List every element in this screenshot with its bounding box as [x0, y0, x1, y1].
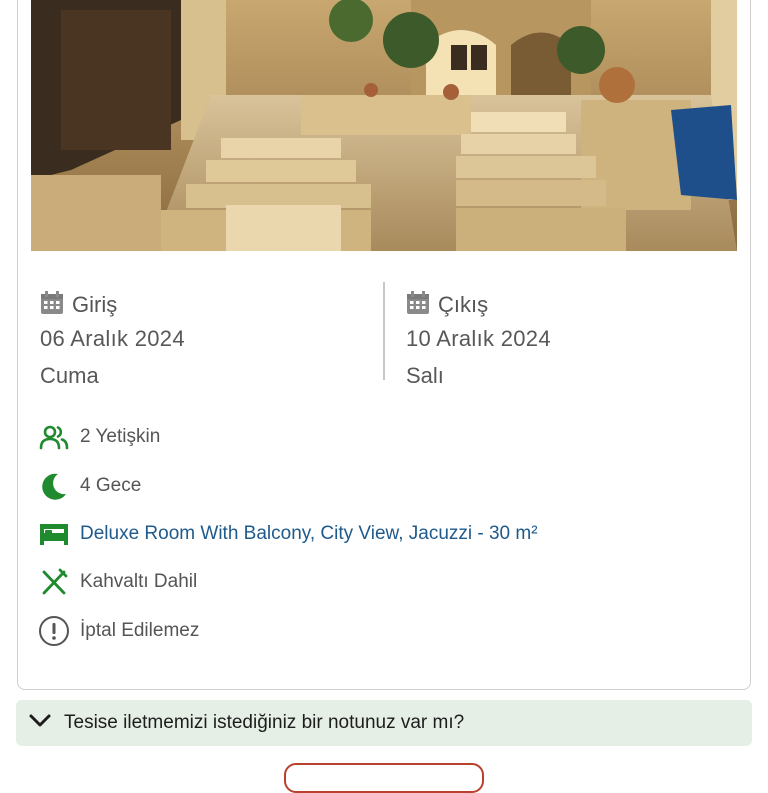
checkin-date: 06 Aralık 2024 — [40, 326, 185, 351]
nights-text: 4 Gece — [80, 475, 142, 496]
cancellation-row: İptal Edilemez — [38, 615, 199, 647]
guests-text: 2 Yetişkin — [80, 426, 161, 447]
guests-row: 2 Yetişkin — [38, 421, 160, 453]
calendar-icon — [40, 290, 64, 320]
chevron-down-icon — [28, 713, 52, 734]
moon-icon — [38, 470, 70, 502]
checkout-section: Çıkış 10 Aralık 2024 Salı — [406, 288, 551, 389]
checkin-label: Giriş — [72, 292, 118, 317]
room-row: Deluxe Room With Balcony, City View, Jac… — [38, 518, 538, 550]
calendar-icon — [406, 290, 430, 320]
note-accordion[interactable]: Tesise iletmemizi istediğiniz bir notunu… — [16, 700, 752, 746]
bed-icon — [38, 518, 70, 550]
cancellation-text: İptal Edilemez — [80, 620, 200, 641]
checkout-label: Çıkış — [438, 292, 489, 317]
room-name-link[interactable]: Deluxe Room With Balcony, City View, Jac… — [80, 523, 538, 545]
note-prompt: Tesise iletmemizi istediğiniz bir notunu… — [64, 712, 465, 733]
checkin-day: Cuma — [40, 363, 99, 388]
date-divider — [383, 282, 385, 380]
board-text: Kahvaltı Dahil — [80, 571, 198, 592]
checkout-day: Salı — [406, 363, 444, 388]
cutlery-icon — [38, 566, 70, 598]
board-row: Kahvaltı Dahil — [38, 566, 197, 598]
stay-dates: Giriş 06 Aralık 2024 Cuma Çıkış 10 Aralı… — [40, 282, 730, 389]
alert-circle-icon — [38, 615, 70, 647]
checkin-section: Giriş 06 Aralık 2024 Cuma — [40, 288, 185, 389]
nights-row: 4 Gece — [38, 470, 141, 502]
users-icon — [38, 421, 70, 453]
checkout-date: 10 Aralık 2024 — [406, 326, 551, 351]
hotel-photo — [31, 0, 737, 251]
